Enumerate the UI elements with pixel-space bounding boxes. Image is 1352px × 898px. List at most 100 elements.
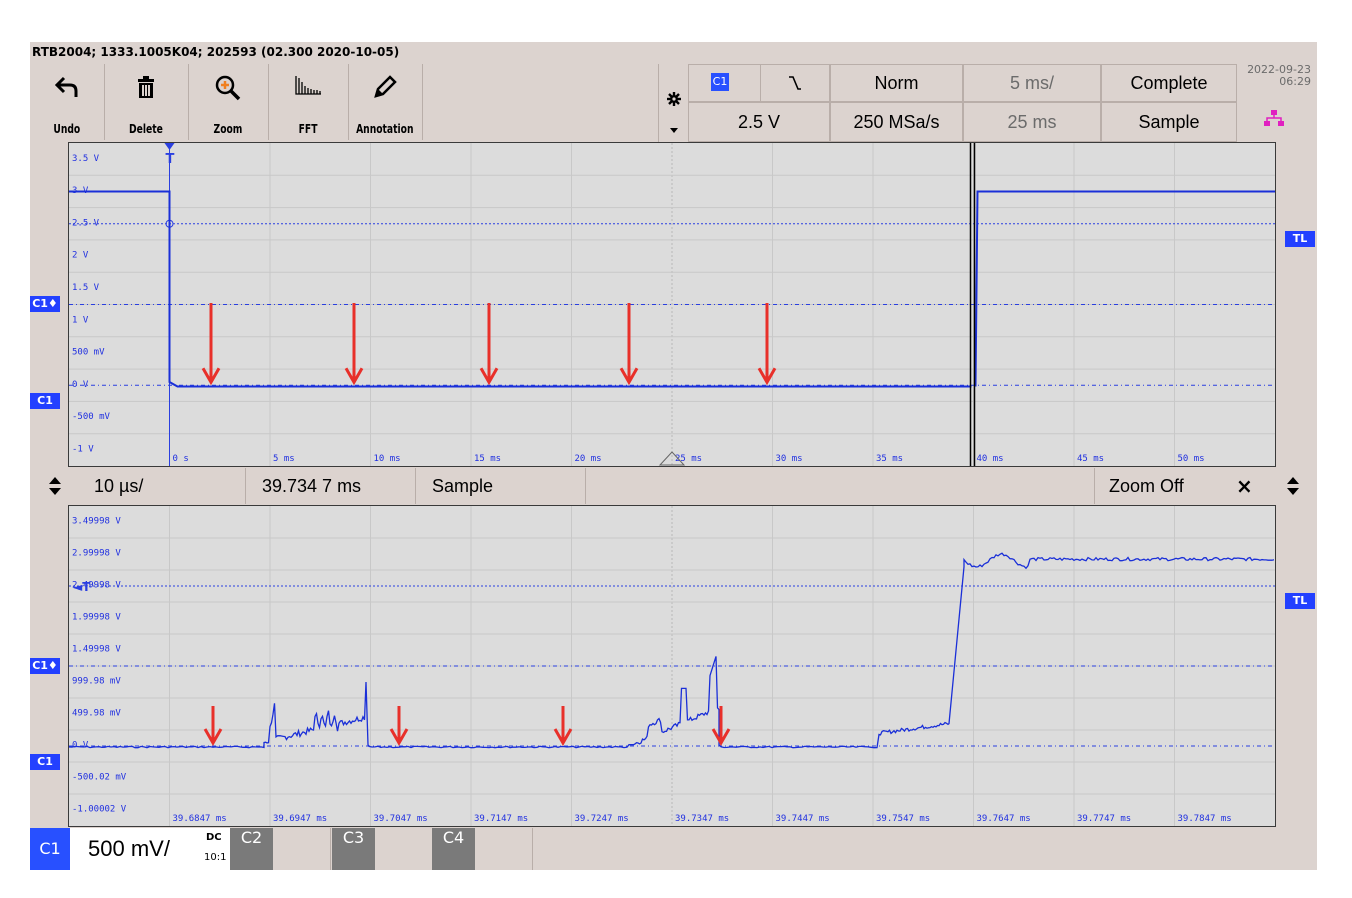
zoom-bar: 10 µs/ 39.734 7 ms Sample Zoom Off × bbox=[30, 468, 1317, 504]
ch2-settings[interactable]: C2 bbox=[230, 828, 331, 870]
zoom-button[interactable]: Zoom bbox=[188, 64, 269, 140]
zoom-y-tick-label: 999.98 mV bbox=[72, 677, 121, 687]
main-x-tick-label: 35 ms bbox=[876, 454, 903, 464]
ch1-waveform bbox=[69, 190, 972, 388]
zoom-in-icon bbox=[215, 75, 241, 101]
zoom-c1-ground-marker[interactable]: C1 bbox=[30, 754, 60, 770]
zoom-off-button[interactable]: Zoom Off bbox=[1094, 468, 1214, 504]
main-waveform-panel[interactable]: 3.5 V3 V 2.5 V2 V 1.5 V1 V 500 mV 0 V -500 mV… bbox=[68, 142, 1276, 467]
timebase-cell[interactable]: 5 ms/ bbox=[963, 64, 1101, 102]
zoom-x-tick-label: 39.6947 ms bbox=[273, 814, 327, 824]
zoom-x-tick-label: 39.7747 ms bbox=[1077, 814, 1131, 824]
zoom-y-tick-label: 1.49998 V bbox=[72, 645, 121, 655]
ch1-scale: 500 mV/ bbox=[88, 836, 170, 861]
date-time: 2022-09-23 06:29 bbox=[1237, 64, 1317, 100]
ch1-settings[interactable]: C1 500 mV/ DC 10:1 bbox=[30, 828, 230, 870]
zoom-y-tick-label: 499.98 mV bbox=[72, 709, 121, 719]
ch1-badge: C1 bbox=[30, 828, 70, 870]
zoom-x-tick-label: 39.7547 ms bbox=[876, 814, 930, 824]
zoom-x-tick-label: 39.7447 ms bbox=[776, 814, 830, 824]
zoom-x-tick-label: 39.6847 ms bbox=[173, 814, 227, 824]
ch3-badge: C3 bbox=[332, 828, 375, 870]
zoom-waveform-panel[interactable]: 3.49998 V 2.99998 V 2.49998 V 1.99998 V 1.49… bbox=[68, 505, 1276, 827]
acquisition-status-cell[interactable]: Complete bbox=[1101, 64, 1237, 102]
main-x-tick-label: 20 ms bbox=[575, 454, 602, 464]
close-zoom-button[interactable]: × bbox=[1236, 468, 1256, 504]
c1-offset-marker[interactable]: C1♦ bbox=[30, 296, 60, 312]
annotation-button[interactable]: Annotation bbox=[348, 64, 423, 140]
main-y-tick-label: 3.5 V bbox=[72, 154, 100, 164]
resize-handle-icon[interactable] bbox=[48, 476, 62, 496]
ch4-settings[interactable]: C4 bbox=[432, 828, 533, 870]
main-y-tick-label: 1.5 V bbox=[72, 283, 100, 293]
horizontal-position-cell[interactable]: 25 ms bbox=[963, 102, 1101, 142]
main-x-tick-label: 5 ms bbox=[273, 454, 295, 464]
ch2-badge: C2 bbox=[230, 828, 273, 870]
main-x-tick-label: 40 ms bbox=[977, 454, 1004, 464]
zoom-y-tick-label: -1.00002 V bbox=[72, 805, 127, 815]
zoom-waveform-svg: 3.49998 V2.99998 V2.49998 V1.99998 V1.49… bbox=[69, 506, 1275, 826]
undo-icon bbox=[54, 76, 78, 97]
main-x-tick-label: 50 ms bbox=[1178, 454, 1205, 464]
zoom-x-tick-label: 39.7647 ms bbox=[977, 814, 1031, 824]
trigger-source-badge: C1 bbox=[711, 73, 729, 91]
gear-icon bbox=[667, 92, 681, 106]
zoom-c1-offset-marker[interactable]: C1♦ bbox=[30, 658, 60, 674]
zoom-position[interactable]: 39.734 7 ms bbox=[246, 468, 416, 504]
resize-handle-icon[interactable] bbox=[1286, 476, 1300, 496]
main-y-tick-label: 500 mV bbox=[72, 348, 105, 358]
channel-footer: C1 500 mV/ DC 10:1 C2 C3 C4 bbox=[30, 828, 1317, 870]
main-waveform-svg: 3.5 V3 V2.5 V2 V1.5 V1 V500 mV0 V-500 mV… bbox=[69, 143, 1275, 466]
main-x-tick-label: 30 ms bbox=[776, 454, 803, 464]
zoom-trigger-marker: ◄T bbox=[73, 580, 91, 594]
main-y-tick-label: 1 V bbox=[72, 315, 89, 325]
acquisition-mode-cell[interactable]: Sample bbox=[1101, 102, 1237, 142]
trash-icon bbox=[138, 76, 154, 98]
ch4-badge: C4 bbox=[432, 828, 475, 870]
title-bar: RTB2004; 1333.1005K04; 202593 (02.300 20… bbox=[30, 42, 1317, 62]
zoom-mode[interactable]: Sample bbox=[416, 468, 586, 504]
zoom-x-tick-label: 39.7847 ms bbox=[1178, 814, 1232, 824]
falling-edge-icon bbox=[789, 76, 801, 90]
scope-screen: RTB2004; 1333.1005K04; 202593 (02.300 20… bbox=[30, 42, 1317, 870]
main-y-tick-label: -500 mV bbox=[72, 412, 111, 422]
main-x-tick-label: 10 ms bbox=[374, 454, 401, 464]
main-y-tick-label: -1 V bbox=[72, 444, 94, 454]
zoom-x-tick-label: 39.7347 ms bbox=[675, 814, 729, 824]
zoom-x-tick-label: 39.7047 ms bbox=[374, 814, 428, 824]
trigger-slope-cell[interactable] bbox=[760, 64, 830, 102]
trigger-level-cell[interactable]: 2.5 V bbox=[688, 102, 830, 142]
annotation-label: Annotation bbox=[356, 122, 414, 136]
ch1-coupling: DC bbox=[206, 832, 222, 843]
trigger-mode-cell[interactable]: Norm bbox=[830, 64, 963, 102]
fft-spectrum-icon bbox=[295, 76, 321, 95]
zoom-trigger-level-marker[interactable]: TL bbox=[1285, 593, 1315, 609]
c1-ground-marker[interactable]: C1 bbox=[30, 393, 60, 409]
main-x-tick-label: 0 s bbox=[173, 454, 189, 464]
ch1-probe: 10:1 bbox=[204, 852, 227, 863]
undo-button[interactable]: Undo bbox=[30, 64, 105, 140]
ch1-waveform-after bbox=[974, 190, 1275, 387]
time-label: 06:29 bbox=[1279, 75, 1311, 88]
trigger-marker: T bbox=[166, 152, 175, 167]
zoom-y-tick-label: -500.02 mV bbox=[72, 773, 127, 783]
delete-label: Delete bbox=[129, 122, 163, 136]
network-icon bbox=[1264, 110, 1284, 126]
delete-button[interactable]: Delete bbox=[104, 64, 189, 140]
zoom-x-tick-label: 39.7247 ms bbox=[575, 814, 629, 824]
zoom-y-tick-label: 2.99998 V bbox=[72, 549, 121, 559]
sample-rate-cell: 250 MSa/s bbox=[830, 102, 963, 142]
pencil-icon bbox=[374, 75, 397, 98]
zoom-timebase[interactable]: 10 µs/ bbox=[78, 468, 246, 504]
zoom-label: Zoom bbox=[213, 122, 243, 136]
fft-label: FFT bbox=[298, 122, 318, 136]
main-y-tick-label: 2 V bbox=[72, 251, 89, 261]
zoom-y-tick-label: 1.99998 V bbox=[72, 613, 121, 623]
zoom-x-tick-label: 39.7147 ms bbox=[474, 814, 528, 824]
fft-button[interactable]: FFT bbox=[268, 64, 349, 140]
settings-button[interactable] bbox=[658, 64, 690, 142]
main-x-tick-label: 15 ms bbox=[474, 454, 501, 464]
ch3-settings[interactable]: C3 bbox=[332, 828, 433, 870]
undo-label: Undo bbox=[53, 122, 81, 136]
trigger-level-marker[interactable]: TL bbox=[1285, 231, 1315, 247]
